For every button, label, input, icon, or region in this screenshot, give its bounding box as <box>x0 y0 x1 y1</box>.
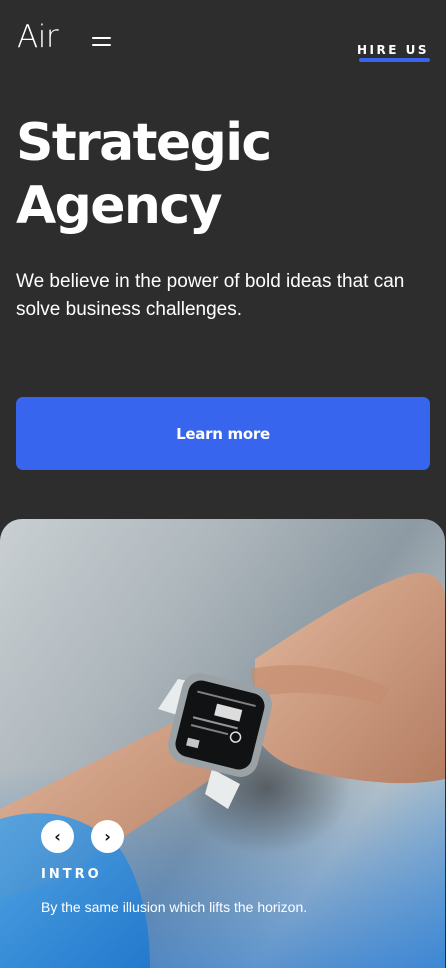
slider-controls: ‹ › <box>41 820 124 853</box>
headline-line-1: Strategic <box>16 113 272 173</box>
slide-caption: By the same illusion which lifts the hor… <box>41 899 308 915</box>
menu-bar-top <box>92 37 111 39</box>
hamburger-menu-icon[interactable] <box>92 36 111 47</box>
intro-slide-card: ‹ › INTRO By the same illusion which lif… <box>0 519 445 968</box>
logo[interactable]: Air <box>17 22 59 53</box>
site-header: Air HIRE US <box>0 0 446 80</box>
chevron-left-icon[interactable]: ‹ <box>41 820 74 853</box>
chevron-right-icon[interactable]: › <box>91 820 124 853</box>
headline-line-2: Agency <box>16 176 222 236</box>
hero-headline: Strategic Agency <box>16 112 416 238</box>
slide-label: INTRO <box>41 867 102 882</box>
hero-subtitle: We believe in the power of bold ideas th… <box>16 271 405 320</box>
learn-more-button[interactable]: Learn more <box>16 397 430 470</box>
hire-us-underline <box>359 58 430 62</box>
menu-bar-bottom <box>92 44 111 46</box>
